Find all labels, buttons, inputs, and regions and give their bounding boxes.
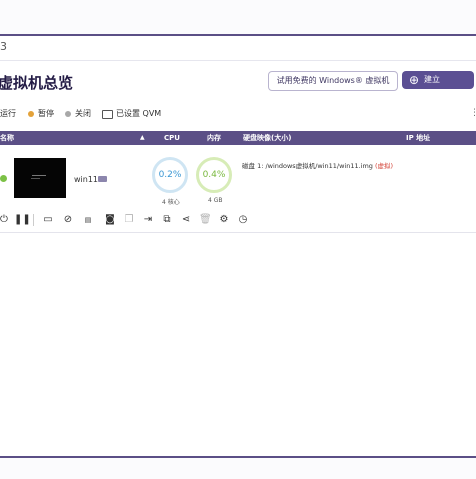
view-toggle-icon[interactable]: ⋮ (470, 108, 476, 118)
column-name[interactable]: 名称 (0, 131, 14, 145)
column-cpu: CPU (164, 134, 180, 142)
memory-size: 4 GB (208, 197, 223, 204)
sort-icon[interactable]: ▲ (140, 131, 145, 145)
table-row[interactable] (0, 145, 476, 211)
disk-path-text: 磁盘 1: /windows虚拟机/win11/win11.img (242, 162, 373, 170)
disk-virtual-note: (虚拟) (375, 162, 394, 170)
memory-gauge: 0.4% (196, 157, 232, 193)
cpu-cores: 4 核心 (162, 199, 180, 206)
column-disk: 硬盘映像(大小) (243, 134, 292, 142)
share-icon[interactable]: ⋖ (180, 214, 192, 226)
legend-qvm: 已设置 QVM (116, 109, 162, 118)
qvm-icon (102, 110, 113, 119)
power-icon[interactable]: ⏻ (0, 214, 10, 226)
console-screen-icon[interactable] (98, 176, 107, 182)
disk-image-path: 磁盘 1: /windows虚拟机/win11/win11.img (虚拟) (242, 160, 393, 170)
legend-paused: 暂停 (38, 109, 54, 118)
app-tab-bar (0, 36, 476, 61)
reset-icon[interactable]: ⊘ (62, 214, 74, 226)
legend-stopped: 关闭 (75, 109, 91, 118)
delete-icon[interactable]: 🗑 (199, 214, 212, 226)
clone-icon[interactable]: ⧉ (161, 214, 173, 226)
window-title-fragment: 3 (0, 40, 7, 53)
plus-icon: ⊕ (409, 73, 420, 87)
table-header (0, 131, 476, 145)
running-status-icon (0, 175, 7, 182)
toolbar-divider (33, 214, 34, 226)
history-icon[interactable]: ◷ (237, 214, 249, 226)
create-vm-button[interactable]: ⊕ 建立 (402, 71, 474, 89)
stopped-dot-icon (65, 111, 71, 117)
snapshot-icon[interactable]: ◙ (104, 214, 116, 226)
export-icon[interactable]: ⇥ (142, 214, 154, 226)
bottom-window-frame (0, 456, 476, 479)
memory-usage-value: 0.4% (202, 170, 226, 180)
column-memory: 内存 (207, 134, 221, 142)
copy-icon[interactable]: ❐ (123, 214, 135, 226)
rename-icon[interactable]: ▤ (82, 214, 94, 226)
console-icon[interactable]: ▭ (42, 214, 54, 226)
pause-icon[interactable]: ❚❚ (14, 214, 31, 226)
top-window-frame (0, 0, 476, 36)
column-ip: IP 地址 (406, 134, 431, 142)
page-title: 虚拟机总览 (0, 74, 74, 92)
vm-preview-thumbnail[interactable] (14, 158, 66, 198)
create-vm-label: 建立 (424, 75, 440, 84)
legend-running: 运行 (0, 109, 16, 118)
cpu-gauge: 0.2% (152, 157, 188, 193)
paused-dot-icon (28, 111, 34, 117)
try-windows-vm-button[interactable]: 试用免费的 Windows® 虚拟机 (268, 71, 398, 91)
settings-icon[interactable]: ⚙ (218, 214, 230, 226)
vm-name[interactable]: win11 (74, 175, 98, 184)
cpu-usage-value: 0.2% (158, 170, 182, 180)
